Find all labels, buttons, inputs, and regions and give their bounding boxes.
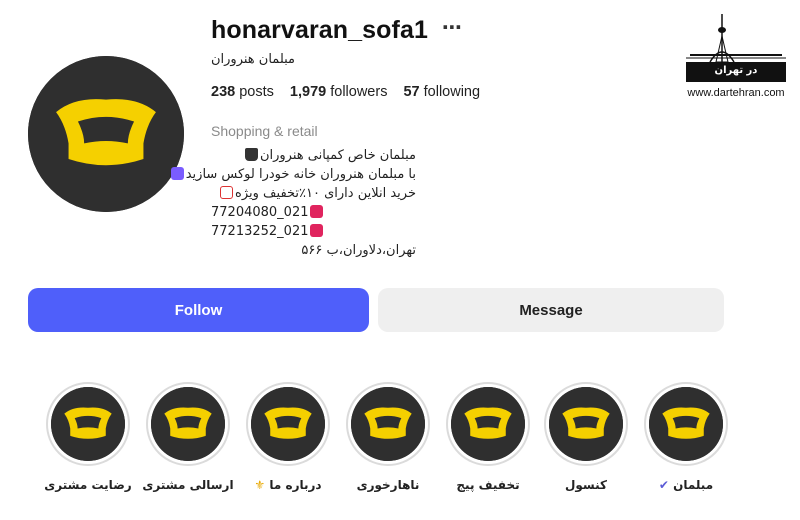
- hundred-emoji-icon: [220, 186, 234, 199]
- highlight-label: درباره ما ⚜: [254, 478, 321, 492]
- highlight-ring: [446, 382, 530, 466]
- follow-button[interactable]: Follow: [28, 288, 369, 332]
- sofa-logo-icon: [649, 387, 723, 461]
- category-label: Shopping & retail: [211, 123, 318, 139]
- phone-1-text: 77204080_021: [211, 205, 309, 220]
- posts-count: 238: [211, 84, 236, 100]
- following-label: following: [423, 84, 481, 100]
- more-options-icon[interactable]: ⋯: [442, 18, 462, 38]
- bio-address: تهران،دلاوران،ب ۵۶۶: [211, 241, 416, 260]
- highlight-item[interactable]: مبلمان ✔: [641, 382, 731, 492]
- highlight-label: تخفیف پیج: [456, 478, 520, 492]
- highlight-label: مبلمان ✔: [659, 478, 713, 492]
- phone-emoji-icon: [310, 224, 324, 237]
- highlight-item[interactable]: ناهارخوری: [343, 382, 433, 492]
- fleur-icon: ⚜: [254, 478, 266, 492]
- display-name: مبلمان هنروران: [211, 52, 296, 67]
- bio-line-1: مبلمان خاص کمپانی هنروران: [211, 146, 416, 165]
- bio-line-2: با مبلمان هنروران خانه خودرا لوکس سازید: [170, 165, 416, 184]
- highlight-cover: [151, 387, 225, 461]
- username-row: honarvaran_sofa1 ⋯: [211, 16, 462, 45]
- bio-text-3: خرید انلاین دارای ۱۰٪تخفیف ویژه: [235, 186, 416, 201]
- highlight-label: ارسالی مشتری: [142, 478, 234, 492]
- highlight-cover: [251, 387, 325, 461]
- sofa-emoji-icon: [244, 148, 258, 161]
- highlight-cover: [549, 387, 623, 461]
- highlight-item[interactable]: رضایت مشتری: [43, 382, 133, 492]
- watermark-logo: در تهران: [686, 12, 786, 82]
- highlight-item[interactable]: ارسالی مشتری: [142, 382, 234, 492]
- watermark-url: www.dartehran.com: [687, 87, 785, 99]
- followers-stat[interactable]: 1,979 followers: [290, 84, 388, 100]
- highlight-ring: [246, 382, 330, 466]
- message-button[interactable]: Message: [378, 288, 724, 332]
- bio-text-1: مبلمان خاص کمپانی هنروران: [259, 148, 416, 163]
- sofa-logo-icon: [251, 387, 325, 461]
- following-count: 57: [403, 84, 420, 100]
- sofa-logo-icon: [28, 56, 184, 212]
- username: honarvaran_sofa1: [211, 16, 428, 44]
- highlight-ring: [146, 382, 230, 466]
- sofa-logo-icon: [351, 387, 425, 461]
- highlight-ring: [644, 382, 728, 466]
- highlight-item[interactable]: درباره ما ⚜: [243, 382, 333, 492]
- bio-text-2: با مبلمان هنروران خانه خودرا لوکس سازید: [185, 167, 416, 182]
- highlight-cover: [351, 387, 425, 461]
- bio-phone-1: 77204080_021: [211, 203, 471, 222]
- highlight-label-text: درباره ما: [269, 478, 322, 492]
- posts-stat: 238 posts: [211, 84, 274, 100]
- highlight-cover: [649, 387, 723, 461]
- highlight-cover: [451, 387, 525, 461]
- top-emoji-icon: [170, 167, 184, 180]
- highlight-label: کنسول: [564, 478, 608, 492]
- highlight-label: ناهارخوری: [356, 478, 420, 492]
- highlight-ring: [46, 382, 130, 466]
- following-stat[interactable]: 57 following: [403, 84, 480, 100]
- highlight-item[interactable]: تخفیف پیج: [443, 382, 533, 492]
- posts-label: posts: [239, 84, 274, 100]
- sofa-logo-icon: [549, 387, 623, 461]
- profile-stats: 238 posts 1,979 followers 57 following: [211, 84, 480, 100]
- sofa-logo-icon: [451, 387, 525, 461]
- phone-2-text: 77213252_021: [211, 224, 309, 239]
- bio-phone-2: 77213252_021: [211, 222, 471, 241]
- highlight-item[interactable]: کنسول: [541, 382, 631, 492]
- followers-label: followers: [330, 84, 388, 100]
- highlight-label: رضایت مشتری: [44, 478, 132, 492]
- bio-line-3: خرید انلاین دارای ۱۰٪تخفیف ویژه: [211, 184, 416, 203]
- phone-emoji-icon: [310, 205, 324, 218]
- profile-avatar[interactable]: [28, 56, 184, 212]
- highlight-label-text: مبلمان: [673, 478, 714, 492]
- followers-count: 1,979: [289, 84, 327, 100]
- logo-text: در تهران: [714, 65, 758, 76]
- highlight-cover: [51, 387, 125, 461]
- bio: مبلمان خاص کمپانی هنروران با مبلمان هنرو…: [170, 146, 471, 260]
- sofa-logo-icon: [51, 387, 125, 461]
- highlight-ring: [346, 382, 430, 466]
- sofa-logo-icon: [151, 387, 225, 461]
- address-text: تهران،دلاوران،ب ۵۶۶: [301, 243, 416, 258]
- highlight-ring: [544, 382, 628, 466]
- checkmark-icon: ✔: [658, 478, 669, 492]
